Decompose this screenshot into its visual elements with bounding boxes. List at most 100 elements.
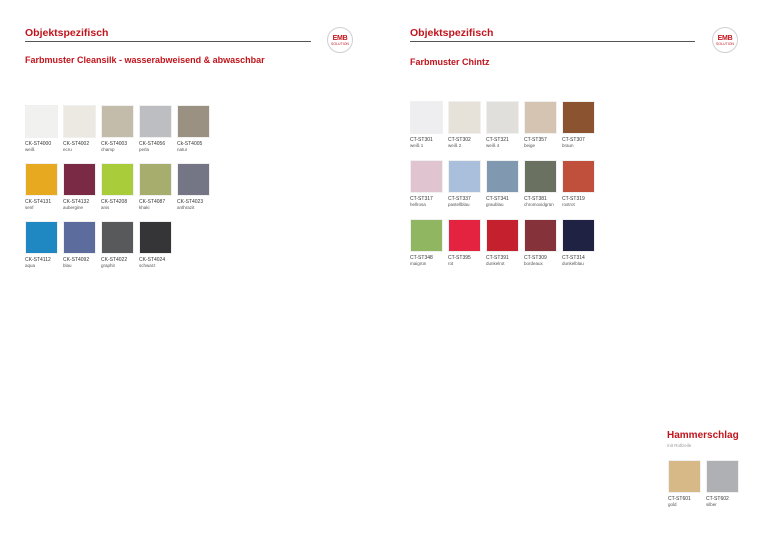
- color-swatch: CK-ST4022 graphit: [101, 221, 134, 269]
- swatch-name: silber: [706, 502, 717, 507]
- swatch-name: braun: [562, 143, 574, 148]
- swatch-chip: [524, 101, 557, 134]
- section-subtitle: Farbmuster Chintz: [410, 57, 490, 67]
- swatch-name: maigrün: [410, 261, 427, 266]
- color-swatch: CK-ST4131 senf: [25, 163, 58, 211]
- swatch-chip: [25, 221, 58, 254]
- swatch-chip: [25, 105, 58, 138]
- color-swatch: CT-ST357 beige: [524, 101, 557, 149]
- swatch-name: rostrot: [562, 202, 575, 207]
- swatch-chip: [486, 101, 519, 134]
- hammerschlag-swatch-grid: CT-ST601 gold CT-ST602 silber: [668, 460, 739, 508]
- emb-logo: EMB SOLUTION: [327, 27, 353, 53]
- page-header: Objektspezifisch: [410, 27, 494, 39]
- color-swatch: CK-ST4092 blau: [63, 221, 96, 269]
- swatch-chip: [25, 163, 58, 196]
- color-swatch: CT-ST302 weiß 2: [448, 101, 481, 149]
- right-page: Objektspezifisch EMB SOLUTION Farbmuster…: [384, 0, 768, 544]
- color-swatch: CK-ST4056 perla: [139, 105, 172, 153]
- swatch-chip: [139, 163, 172, 196]
- swatch-chip: [177, 105, 210, 138]
- swatch-chip: [410, 101, 443, 134]
- swatch-chip: [101, 105, 134, 138]
- section-subtitle: Farbmuster Cleansilk - wasserabweisend &…: [25, 55, 265, 65]
- logo-main: EMB: [717, 34, 733, 42]
- swatch-name: beige: [524, 143, 536, 148]
- swatch-chip: [63, 221, 96, 254]
- swatch-chip: [63, 105, 96, 138]
- swatch-name: weiß 4: [486, 143, 500, 148]
- color-swatch: CT-ST301 weiß 1: [410, 101, 443, 149]
- swatch-name: dunkelblau: [562, 261, 584, 266]
- color-swatch: CT-ST317 hellrosa: [410, 160, 443, 208]
- header-rule: [410, 41, 695, 42]
- swatch-chip: [524, 219, 557, 252]
- swatch-name: weiß: [25, 147, 35, 152]
- swatch-name: chromoxidgrün: [524, 202, 554, 207]
- swatch-chip: [668, 460, 701, 493]
- color-swatch: CT-ST381 chromoxidgrün: [524, 160, 557, 208]
- swatch-name: graublau: [486, 202, 504, 207]
- left-page: Objektspezifisch EMB SOLUTION Farbmuster…: [0, 0, 384, 544]
- swatch-name: weiß 2: [448, 143, 462, 148]
- swatch-name: bordeaux: [524, 261, 543, 266]
- swatch-chip: [486, 219, 519, 252]
- color-swatch: CK-ST4003 champ: [101, 105, 134, 153]
- swatch-chip: [177, 163, 210, 196]
- color-swatch: CT-ST348 maigrün: [410, 219, 443, 267]
- logo-sub: SOLUTION: [331, 41, 349, 46]
- color-swatch: CK-ST4112 aqua: [25, 221, 58, 269]
- chintz-swatch-grid: CT-ST301 weiß 1 CT-ST302 weiß 2 CT-ST321 weiß…: [410, 101, 595, 267]
- swatch-chip: [448, 160, 481, 193]
- swatch-chip: [101, 221, 134, 254]
- color-swatch: CT-ST309 bordeaux: [524, 219, 557, 267]
- swatch-name: weiß 1: [410, 143, 424, 148]
- swatch-name: dunkelrot: [486, 261, 505, 266]
- swatch-name: anis: [101, 205, 110, 210]
- swatch-chip: [448, 219, 481, 252]
- swatch-name: perla: [139, 147, 150, 152]
- swatch-chip: [486, 160, 519, 193]
- swatch-name: schwarz: [139, 263, 156, 268]
- logo-main: EMB: [332, 34, 348, 42]
- swatch-chip: [562, 101, 595, 134]
- swatch-name: gold: [668, 502, 677, 507]
- color-swatch: CT-ST391 dunkelrot: [486, 219, 519, 267]
- color-swatch: CT-ST314 dunkelblau: [562, 219, 595, 267]
- swatch-chip: [101, 163, 134, 196]
- logo-sub: SOLUTION: [716, 41, 734, 46]
- color-swatch: CK-ST4024 schwarz: [139, 221, 172, 269]
- swatch-name: graphit: [101, 263, 115, 268]
- color-swatch: CT-ST307 braun: [562, 101, 595, 149]
- color-swatch: CT-ST602 silber: [706, 460, 739, 508]
- color-swatch: CT-ST341 graublau: [486, 160, 519, 208]
- color-swatch: CT-ST337 pastellblau: [448, 160, 481, 208]
- color-swatch: Ck-ST4005 natur: [177, 105, 210, 153]
- swatch-chip: [410, 219, 443, 252]
- color-swatch: CK-ST4002 ecru: [63, 105, 96, 153]
- color-swatch: CK-ST4000 weiß: [25, 105, 58, 153]
- color-swatch: CT-ST395 rot: [448, 219, 481, 267]
- cleansilk-swatch-grid: CK-ST4000 weiß CK-ST4002 ecru CK-ST4003 champ…: [25, 105, 210, 269]
- swatch-chip: [524, 160, 557, 193]
- swatch-chip: [562, 160, 595, 193]
- swatch-name: champ: [101, 147, 115, 152]
- swatch-chip: [562, 219, 595, 252]
- hammerschlag-subtitle: mit Rollzeile: [667, 443, 692, 448]
- swatch-chip: [139, 221, 172, 254]
- swatch-chip: [139, 105, 172, 138]
- swatch-name: hellrosa: [410, 202, 426, 207]
- swatch-chip: [706, 460, 739, 493]
- color-swatch: CT-ST601 gold: [668, 460, 701, 508]
- swatch-name: pastellblau: [448, 202, 470, 207]
- swatch-chip: [63, 163, 96, 196]
- color-swatch: CT-ST319 rostrot: [562, 160, 595, 208]
- color-swatch: CK-ST4132 aubergine: [63, 163, 96, 211]
- swatch-name: aqua: [25, 263, 36, 268]
- swatch-name: senf: [25, 205, 34, 210]
- emb-logo: EMB SOLUTION: [712, 27, 738, 53]
- swatch-name: blau: [63, 263, 72, 268]
- color-swatch: CK-ST4023 anthrazit: [177, 163, 210, 211]
- color-swatch: CT-ST321 weiß 4: [486, 101, 519, 149]
- page-header: Objektspezifisch: [25, 27, 109, 39]
